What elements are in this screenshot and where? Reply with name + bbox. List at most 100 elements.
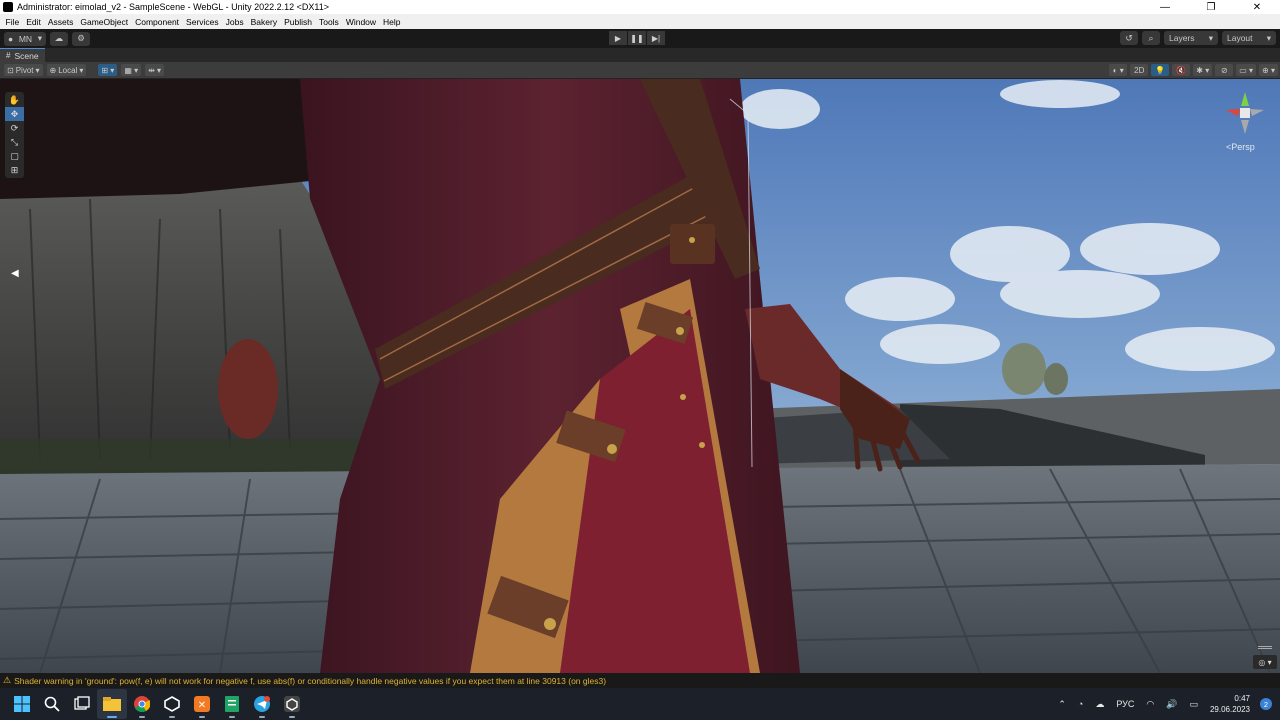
file-explorer-icon[interactable] (97, 689, 127, 719)
telegram-icon[interactable] (247, 689, 277, 719)
account-dropdown[interactable]: ● MN ▾ (4, 31, 46, 46)
scene-render (0, 79, 1280, 673)
scene-tab-bar: # Scene (0, 48, 1280, 62)
camera-icon[interactable]: ▭ ▾ (1236, 64, 1257, 76)
window-title: Administrator: eimolad_v2 - SampleScene … (17, 2, 329, 12)
menu-tools[interactable]: Tools (315, 17, 342, 27)
main-toolbar: ● MN ▾ ☁ ⚙ ▶ ❚❚ ▶| ↺ ⌕ Layers ▾ Layout ▾ (0, 29, 1280, 48)
transform-tool-icon[interactable]: ⊞ (5, 163, 24, 177)
recording-icon[interactable]: ◔ (1072, 699, 1089, 709)
status-bar[interactable]: ⚠ Shader warning in 'ground': pow(f, e) … (0, 673, 1280, 688)
chevron-down-icon: ▾ (1266, 32, 1271, 43)
cloud-sync-icon[interactable]: ☁ (1089, 699, 1110, 710)
chevron-down-icon: ▾ (79, 65, 84, 75)
grid-snap-icon[interactable]: ⊞ ▾ (98, 64, 118, 76)
menu-edit[interactable]: Edit (23, 17, 45, 27)
search-icon[interactable]: ⌕ (1142, 31, 1160, 45)
volume-icon[interactable]: 🔊 (1160, 699, 1183, 710)
maximize-button[interactable]: ❐ (1188, 0, 1234, 14)
account-label: MN (18, 33, 33, 44)
layout-label: Layout (1227, 33, 1253, 43)
unity-hub-icon[interactable] (157, 689, 187, 719)
search-icon[interactable] (37, 689, 67, 719)
menu-bakery[interactable]: Bakery (247, 17, 280, 27)
local-toggle[interactable]: ⊕ Local ▾ (46, 64, 87, 76)
menu-component[interactable]: Component (132, 17, 183, 27)
scene-grid-icon: # (6, 51, 11, 60)
menu-gameobject[interactable]: GameObject (77, 17, 132, 27)
clock-date: 29.06.2023 (1209, 705, 1250, 714)
hidden-objects-icon[interactable]: ⊘ (1215, 64, 1234, 76)
menu-assets[interactable]: Assets (44, 17, 77, 27)
orientation-gizmo[interactable] (1220, 88, 1270, 138)
gizmo-x-axis[interactable] (1226, 109, 1240, 116)
start-button[interactable] (7, 689, 37, 719)
grid-visibility-icon[interactable]: ▦ ▾ (121, 64, 142, 76)
menu-jobs[interactable]: Jobs (222, 17, 247, 27)
layout-dropdown[interactable]: Layout ▾ (1222, 31, 1276, 45)
cloud-icon[interactable]: ☁ (50, 31, 68, 46)
effects-icon[interactable]: ✱ ▾ (1193, 64, 1213, 76)
gizmo-neg-y-axis[interactable] (1241, 120, 1249, 134)
notification-badge[interactable]: 2 (1260, 698, 1272, 710)
gizmos-icon[interactable]: ⊕ ▾ (1259, 64, 1278, 76)
svg-text:✕: ✕ (198, 700, 206, 711)
perspective-label[interactable]: <Persp (1226, 142, 1255, 152)
local-label: Local (58, 65, 78, 75)
layers-label: Layers (1169, 33, 1195, 43)
shading-mode-icon[interactable]: ◐ ▾ (1109, 64, 1128, 76)
status-message: Shader warning in 'ground': pow(f, e) wi… (14, 675, 607, 686)
history-icon[interactable]: ↺ (1120, 31, 1138, 45)
warning-icon: ⚠ (3, 675, 12, 685)
rect-tool-icon[interactable]: ▢ (5, 149, 24, 163)
chevron-down-icon: ▾ (37, 33, 42, 43)
battery-icon[interactable]: ▭ (1183, 699, 1204, 710)
pivot-toggle[interactable]: ⊡ Pivot ▾ (4, 64, 43, 76)
local-icon: ⊕ (49, 65, 57, 75)
gizmo-center[interactable] (1240, 108, 1250, 118)
system-tray: ⌃ ◔ ☁ РУС ◠ 🔊 ▭ 0:47 29.06.2023 2 (1052, 688, 1280, 720)
xampp-icon[interactable]: ✕ (187, 689, 217, 719)
task-view-icon[interactable] (67, 689, 97, 719)
minimize-button[interactable]: — (1142, 0, 1188, 14)
document-editor-icon[interactable] (217, 689, 247, 719)
unity-editor-icon[interactable] (277, 689, 307, 719)
play-button[interactable]: ▶ (609, 31, 627, 45)
layers-dropdown[interactable]: Layers ▾ (1164, 31, 1218, 45)
step-button[interactable]: ▶| (647, 31, 665, 45)
hand-tool-icon[interactable]: ✋ (5, 93, 24, 107)
tool-palette: ✋ ✥ ⟳ ⤡ ▢ ⊞ (5, 92, 24, 178)
menu-bar: File Edit Assets GameObject Component Se… (0, 14, 1280, 29)
gizmo-neg-x-axis[interactable] (1250, 109, 1264, 116)
overlay-handle[interactable] (1258, 646, 1272, 649)
menu-file[interactable]: File (2, 17, 23, 27)
scene-viewport[interactable] (0, 79, 1280, 673)
clock-time: 0:47 (1234, 694, 1250, 703)
gizmo-y-axis[interactable] (1241, 92, 1249, 106)
menu-window[interactable]: Window (342, 17, 379, 27)
menu-help[interactable]: Help (380, 17, 404, 27)
scale-tool-icon[interactable]: ⤡ (5, 135, 24, 149)
mode-2d-toggle[interactable]: 2D (1130, 64, 1149, 76)
lighting-toggle-icon[interactable]: 💡 (1151, 64, 1170, 76)
chevron-up-icon[interactable]: ⌃ (1052, 699, 1072, 710)
overlay-menu-icon[interactable]: ◎ ▾ (1253, 655, 1277, 669)
increment-snap-icon[interactable]: ⇹ ▾ (145, 64, 165, 76)
pivot-icon: ⊡ (7, 65, 14, 75)
close-button[interactable]: ✕ (1234, 0, 1280, 14)
menu-publish[interactable]: Publish (281, 17, 316, 27)
rotate-tool-icon[interactable]: ⟳ (5, 121, 24, 135)
menu-services[interactable]: Services (183, 17, 223, 27)
move-tool-icon[interactable]: ✥ (5, 107, 24, 121)
clock[interactable]: 0:47 29.06.2023 (1204, 693, 1256, 715)
tab-scene[interactable]: # Scene (0, 48, 45, 62)
scene-tab-label: Scene (14, 50, 39, 61)
window-title-bar: Administrator: eimolad_v2 - SampleScene … (0, 0, 1280, 14)
pause-button[interactable]: ❚❚ (628, 31, 646, 45)
audio-toggle-icon[interactable]: 🔇 (1172, 64, 1191, 76)
windows-logo-icon (14, 696, 30, 712)
collab-icon[interactable]: ⚙ (72, 31, 90, 46)
wifi-icon[interactable]: ◠ (1140, 699, 1160, 710)
chrome-icon[interactable] (127, 689, 157, 719)
language-indicator[interactable]: РУС (1110, 699, 1140, 709)
